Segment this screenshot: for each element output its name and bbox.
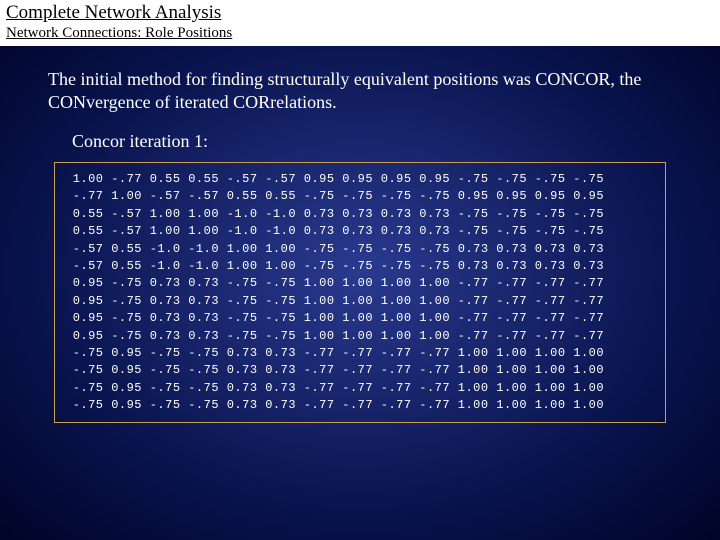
intro-text: The initial method for finding structura… <box>48 68 672 113</box>
page-title: Complete Network Analysis <box>6 2 714 24</box>
header-bar: Complete Network Analysis Network Connec… <box>0 0 720 46</box>
content-area: The initial method for finding structura… <box>0 46 720 423</box>
iteration-label: Concor iteration 1: <box>72 131 672 152</box>
correlation-matrix: 1.00 -.77 0.55 0.55 -.57 -.57 0.95 0.95 … <box>54 162 666 423</box>
page-subtitle: Network Connections: Role Positions <box>6 25 714 42</box>
